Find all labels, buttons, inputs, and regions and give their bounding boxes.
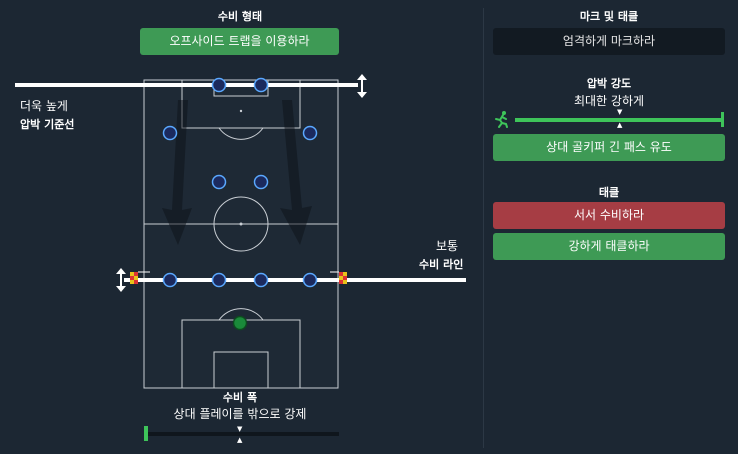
slider-top-marker-icon: ▼ — [617, 108, 623, 116]
player-marker — [253, 272, 269, 288]
defensive-width-title: 수비 폭 — [222, 391, 258, 404]
tackle-harder-button[interactable]: 강하게 태클하라 — [493, 233, 725, 260]
player-marker — [302, 272, 318, 288]
line-of-engagement-drag-handle[interactable] — [357, 74, 367, 98]
slider-end-marker — [721, 112, 724, 127]
player-marker — [162, 272, 178, 288]
defensive-line-title: 수비 라인 — [419, 258, 464, 271]
slider-top-marker-icon: ▼ — [237, 425, 243, 433]
defensive-line-value: 보통 — [436, 239, 459, 253]
player-marker — [211, 77, 227, 93]
defensive-width-slider[interactable]: ▼ ▲ — [144, 425, 339, 444]
marking-tackling-title: 마크 및 태클 — [579, 10, 639, 23]
tackling-title: 태클 — [598, 186, 620, 199]
pressing-intensity-value: 최대한 강하게 — [573, 94, 645, 108]
running-player-icon — [495, 111, 508, 128]
line-of-engagement-value: 더욱 높게 — [20, 99, 68, 113]
pressing-intensity-slider[interactable]: ▼ ▲ — [493, 108, 725, 130]
strict-marking-button[interactable]: 엄격하게 마크하라 — [493, 28, 725, 55]
pressing-intensity-title: 압박 강도 — [586, 77, 632, 90]
line-of-engagement-title: 압박 기준선 — [20, 118, 75, 131]
slider-bottom-marker-icon: ▲ — [617, 121, 623, 129]
slider-track — [148, 432, 339, 436]
player-marker — [162, 125, 178, 141]
player-marker — [302, 125, 318, 141]
goalkeeper-marker — [232, 315, 248, 331]
player-marker — [211, 272, 227, 288]
stay-on-feet-button[interactable]: 서서 수비하라 — [493, 202, 725, 229]
player-marker — [253, 77, 269, 93]
defensive-width-value: 상대 플레이를 밖으로 강제 — [173, 407, 307, 421]
player-marker — [211, 174, 227, 190]
induce-long-goalkeeper-pass-button[interactable]: 상대 골키퍼 긴 패스 유도 — [493, 134, 725, 161]
player-marker — [253, 174, 269, 190]
slider-bottom-marker-icon: ▲ — [237, 436, 243, 444]
